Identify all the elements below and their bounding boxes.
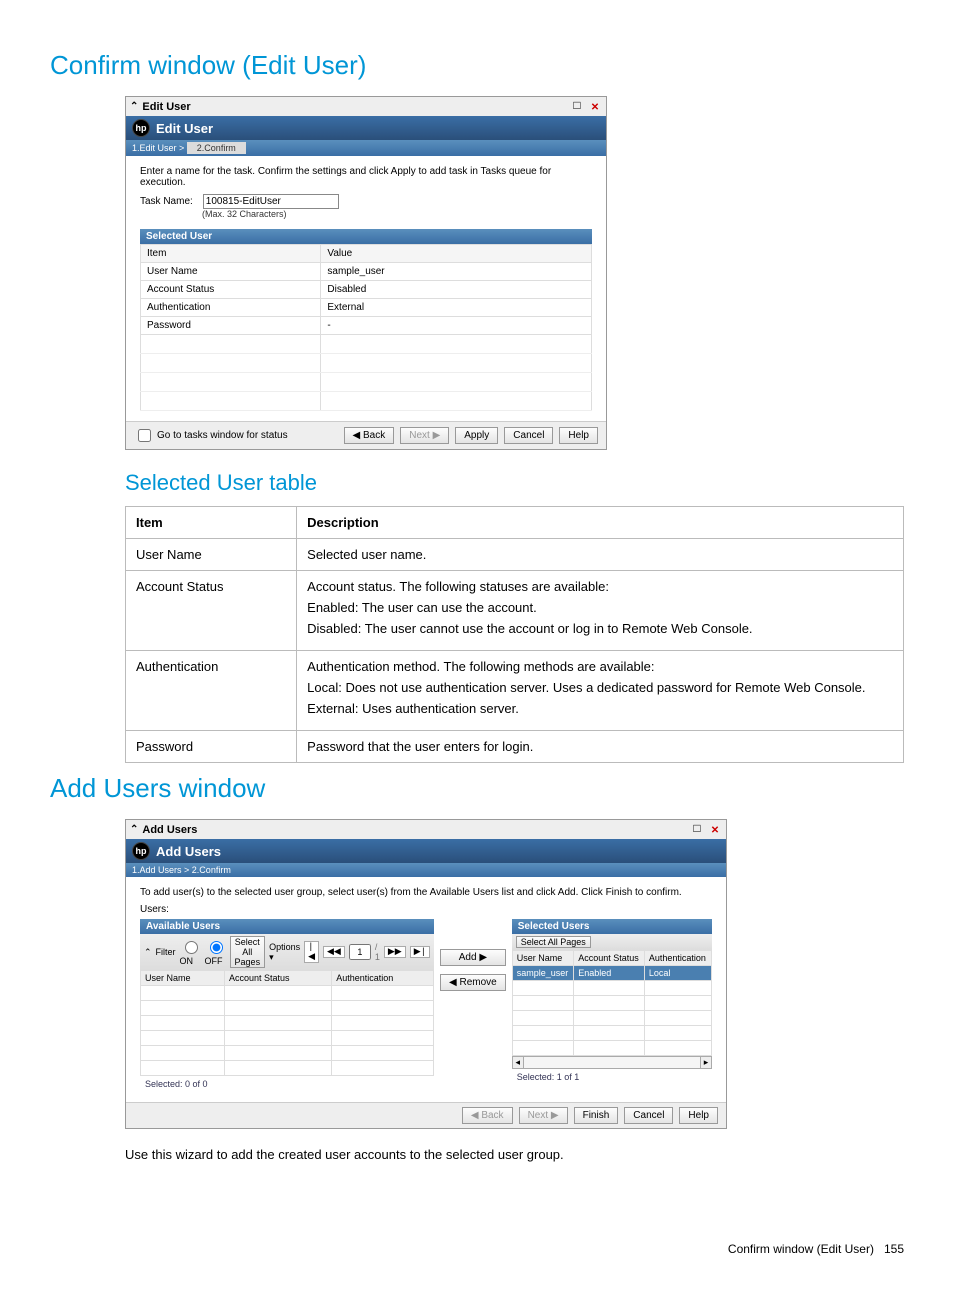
instruction-text: To add user(s) to the selected user grou…	[140, 887, 712, 898]
scroll-right-icon[interactable]: ▸	[700, 1056, 712, 1069]
doc-col-item: Item	[126, 507, 297, 539]
grid-col-acct: Account Status	[225, 971, 332, 986]
finish-button[interactable]: Finish	[574, 1107, 619, 1124]
go-to-tasks-input[interactable]	[138, 429, 151, 442]
table-row: Account Status Account status. The follo…	[126, 571, 904, 651]
select-all-button[interactable]: Select All Pages	[516, 936, 591, 948]
grid-col-user: User Name	[512, 951, 573, 966]
available-users-title: Available Users	[140, 919, 434, 934]
section-title-1: Confirm window (Edit User)	[50, 50, 904, 81]
page-footer: Confirm window (Edit User) 155	[50, 1242, 904, 1256]
table-row: Password Password that the user enters f…	[126, 731, 904, 763]
filter-toggle-icon[interactable]: ⌃	[144, 947, 152, 958]
breadcrumb: 1.Add Users > 2.Confirm	[126, 863, 726, 877]
available-selected-count: Selected: 0 of 0	[140, 1076, 434, 1092]
col-item: Item	[141, 245, 321, 263]
page-total: / 1	[375, 942, 380, 962]
apply-button[interactable]: Apply	[455, 427, 498, 444]
task-name-hint: (Max. 32 Characters)	[202, 209, 592, 219]
page-next-icon[interactable]: ▶▶	[384, 946, 406, 958]
help-button[interactable]: Help	[559, 427, 598, 444]
add-button[interactable]: Add ▶	[440, 949, 506, 966]
edit-user-dialog: ⌃ Edit User □ ✕ hp Edit User 1.Edit User…	[125, 96, 607, 450]
body-paragraph: Use this wizard to add the created user …	[125, 1147, 904, 1162]
options-dropdown[interactable]: Options ▾	[269, 942, 300, 963]
add-users-dialog: ⌃ Add Users □ ✕ hp Add Users 1.Add Users…	[125, 819, 727, 1129]
breadcrumb-step1: 1.Add Users	[132, 865, 182, 875]
back-button[interactable]: ◀ Back	[344, 427, 395, 444]
table-row: Password-	[141, 317, 592, 335]
next-button[interactable]: Next ▶	[519, 1107, 568, 1124]
help-button[interactable]: Help	[679, 1107, 718, 1124]
page-first-icon[interactable]: |◀	[304, 941, 319, 963]
available-users-grid[interactable]: User Name Account Status Authentication	[140, 970, 434, 1076]
selected-selected-count: Selected: 1 of 1	[512, 1069, 712, 1085]
header-title: Add Users	[156, 844, 221, 859]
grid-col-auth: Authentication	[644, 951, 711, 966]
selected-users-title: Selected Users	[512, 919, 712, 934]
dialog-footer: ◀ Back Next ▶ Finish Cancel Help	[126, 1102, 726, 1128]
close-icon[interactable]: ✕	[708, 822, 722, 837]
section-title-3: Add Users window	[50, 773, 904, 804]
close-icon[interactable]: ✕	[588, 99, 602, 114]
task-name-label: Task Name:	[140, 196, 193, 207]
titlebar: ⌃ Edit User □ ✕	[126, 97, 606, 116]
table-row: User Name Selected user name.	[126, 539, 904, 571]
scroll-left-icon[interactable]: ◂	[512, 1056, 524, 1069]
table-row: User Namesample_user	[141, 263, 592, 281]
header-bar: hp Add Users	[126, 839, 726, 863]
breadcrumb-step2[interactable]: > 2.Confirm	[184, 865, 231, 875]
grid-col-auth: Authentication	[332, 971, 434, 986]
page-last-icon[interactable]: ▶|	[410, 946, 430, 958]
window-title: Add Users	[142, 824, 197, 836]
cancel-button[interactable]: Cancel	[504, 427, 553, 444]
filter-off-radio[interactable]: OFF	[205, 938, 226, 966]
table-row: Account StatusDisabled	[141, 281, 592, 299]
breadcrumb: 1.Edit User > 2.Confirm	[126, 140, 606, 156]
remove-button[interactable]: ◀ Remove	[440, 974, 506, 991]
selected-toolbar: Select All Pages	[512, 934, 712, 950]
collapse-icon[interactable]: ⌃	[130, 824, 138, 835]
task-name-input[interactable]	[203, 194, 339, 209]
next-button[interactable]: Next ▶	[400, 427, 449, 444]
grid-col-user: User Name	[141, 971, 225, 986]
selected-users-grid[interactable]: User Name Account Status Authentication …	[512, 950, 712, 1056]
back-button[interactable]: ◀ Back	[462, 1107, 513, 1124]
page-current-input[interactable]	[349, 944, 371, 960]
maximize-icon[interactable]: □	[690, 822, 704, 837]
section-title-2: Selected User table	[125, 470, 904, 496]
hp-logo-icon: hp	[132, 842, 150, 860]
instruction-text: Enter a name for the task. Confirm the s…	[140, 166, 592, 188]
users-label: Users:	[140, 904, 712, 915]
filter-on-radio[interactable]: ON	[180, 938, 201, 966]
filter-label: Filter	[156, 947, 176, 957]
available-toolbar: ⌃ Filter ON OFF Select All Pages Options…	[140, 934, 434, 970]
go-to-tasks-checkbox[interactable]: Go to tasks window for status	[134, 426, 288, 445]
selected-user-inner-table: Item Value User Namesample_user Account …	[140, 244, 592, 411]
cancel-button[interactable]: Cancel	[624, 1107, 673, 1124]
page-prev-icon[interactable]: ◀◀	[323, 946, 345, 958]
titlebar: ⌃ Add Users □ ✕	[126, 820, 726, 839]
hp-logo-icon: hp	[132, 119, 150, 137]
breadcrumb-step2: 2.Confirm	[187, 142, 246, 154]
select-all-button[interactable]: Select All Pages	[230, 936, 266, 968]
horizontal-scrollbar[interactable]: ◂ ▸	[512, 1056, 712, 1069]
window-title: Edit User	[142, 101, 190, 113]
grid-col-acct: Account Status	[574, 951, 645, 966]
col-value: Value	[321, 245, 592, 263]
header-bar: hp Edit User	[126, 116, 606, 140]
selected-user-doc-table: Item Description User Name Selected user…	[125, 506, 904, 763]
maximize-icon[interactable]: □	[570, 99, 584, 114]
collapse-icon[interactable]: ⌃	[130, 101, 138, 112]
breadcrumb-step1[interactable]: 1.Edit User >	[132, 143, 184, 153]
table-row: Authentication Authentication method. Th…	[126, 651, 904, 731]
doc-col-desc: Description	[297, 507, 904, 539]
table-row: AuthenticationExternal	[141, 299, 592, 317]
dialog-footer: Go to tasks window for status ◀ Back Nex…	[126, 421, 606, 449]
table-row: sample_user Enabled Local	[512, 966, 711, 981]
header-title: Edit User	[156, 121, 213, 136]
selected-user-panel-title: Selected User	[140, 229, 592, 244]
